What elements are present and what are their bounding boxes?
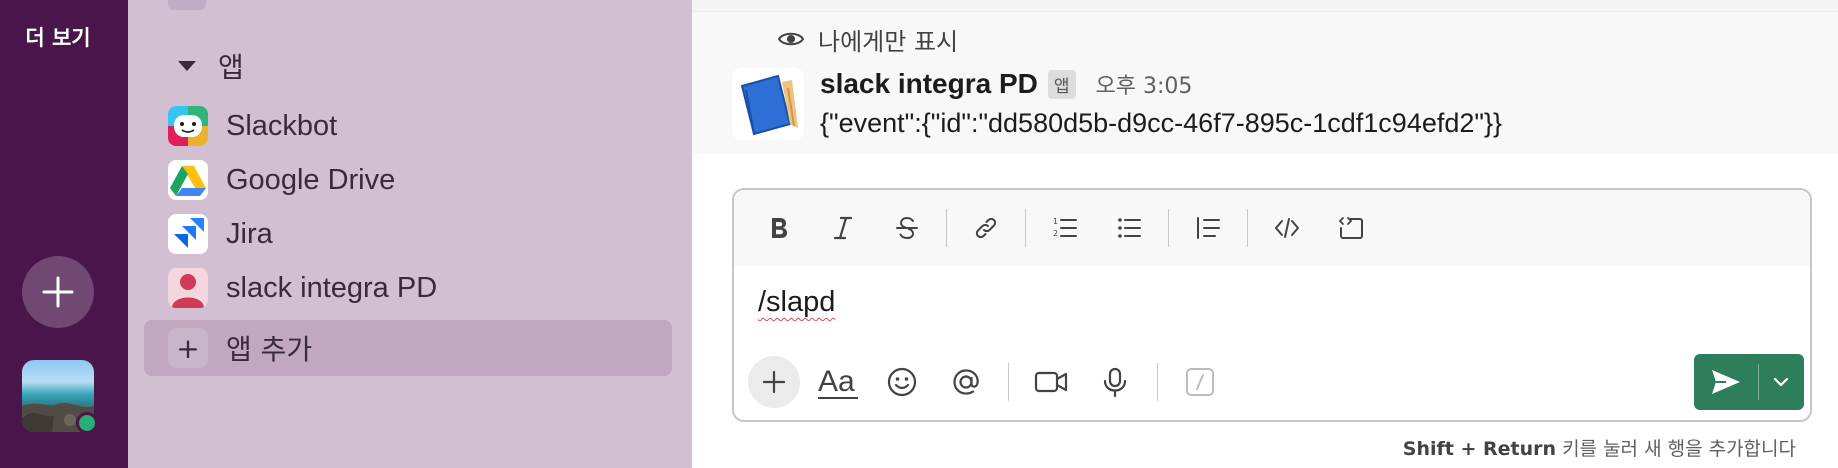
actions-divider (1008, 363, 1009, 401)
plus-icon: + (168, 328, 208, 368)
sidebar-item-label: Slackbot (226, 109, 338, 142)
bold-icon (772, 218, 787, 238)
audio-clip-button[interactable] (1089, 356, 1141, 408)
bullet-list-button[interactable] (1102, 201, 1156, 255)
newline-hint: Shift + Return 키를 눌러 새 행을 추가합니다 (1403, 434, 1796, 461)
ordered-list-icon: 1 2 (1053, 217, 1077, 238)
hint-text: 키를 눌러 새 행을 추가합니다 (1556, 438, 1796, 460)
svg-text:Aa: Aa (818, 365, 855, 398)
formatting-toggle-button[interactable]: Aa (812, 356, 864, 408)
strikethrough-icon (896, 216, 918, 240)
svg-text:2: 2 (1053, 229, 1058, 238)
app-badge: 앱 (1047, 69, 1076, 99)
send-button[interactable] (1694, 354, 1758, 410)
add-workspace-button[interactable] (22, 256, 94, 328)
message-composer: 1 2 /slapd Aa (732, 188, 1812, 422)
send-icon (1712, 370, 1740, 394)
more-label[interactable]: 더 보기 (0, 22, 116, 52)
sidebar-item-jira[interactable]: Jira (168, 210, 273, 258)
sidebar-item-label: Google Drive (226, 163, 396, 196)
bullet-list-icon (1118, 218, 1141, 238)
slash-command-button[interactable] (1174, 356, 1226, 408)
sidebar-item-partial-icon (168, 0, 206, 10)
sidebar-item-partial[interactable] (168, 0, 206, 10)
link-button[interactable] (959, 201, 1013, 255)
ordered-list-button[interactable]: 1 2 (1038, 201, 1092, 255)
mention-button[interactable] (940, 356, 992, 408)
schedule-send-button[interactable] (1759, 354, 1803, 410)
visibility-note: 나에게만 표시 (778, 24, 959, 56)
italic-button[interactable] (816, 201, 870, 255)
plus-icon (42, 276, 74, 308)
video-clip-button[interactable] (1025, 356, 1077, 408)
code-icon (1275, 218, 1299, 238)
sidebar: 앱 Slackbot Google Drive Jira slack integ… (128, 0, 810, 468)
video-icon (1034, 371, 1068, 393)
blockquote-icon (1197, 217, 1220, 239)
message-header: slack integra PD 앱 오후 3:05 (820, 64, 1192, 104)
chevron-down-icon (1773, 377, 1789, 387)
sidebar-item-label: Jira (226, 217, 273, 250)
message-body: {"event":{"id":"dd580d5b-d9cc-46f7-895c-… (820, 108, 1503, 138)
main-pane: 나에게만 표시 slack integra PD 앱 오후 3:05 {"eve… (692, 0, 1838, 468)
apps-section-header[interactable]: 앱 (178, 46, 244, 86)
add-app-label: 앱 추가 (226, 333, 313, 366)
bold-button[interactable] (752, 201, 806, 255)
sidebar-item-label: slack integra PD (226, 271, 438, 304)
jira-icon (168, 214, 208, 254)
code-block-button[interactable] (1324, 201, 1378, 255)
toolbar-divider (946, 209, 947, 247)
formatting-toolbar: 1 2 (734, 190, 1810, 266)
sidebar-item-google-drive[interactable]: Google Drive (168, 156, 395, 204)
google-drive-icon (168, 160, 208, 200)
blockquote-button[interactable] (1181, 201, 1235, 255)
sidebar-item-slack-integra-pd[interactable]: slack integra PD (168, 264, 437, 312)
emoji-icon (887, 367, 917, 397)
toolbar-divider (1247, 209, 1248, 247)
online-status-indicator (76, 412, 98, 434)
slackbot-icon (168, 106, 208, 146)
sender-name[interactable]: slack integra PD (820, 68, 1038, 100)
book-icon (732, 68, 804, 140)
send-button-group (1694, 354, 1804, 410)
composer-actions: Aa (748, 354, 1238, 410)
visibility-label: 나에게만 표시 (818, 27, 959, 56)
toolbar-divider (1168, 209, 1169, 247)
eye-icon (778, 32, 804, 46)
sidebar-item-slackbot[interactable]: Slackbot (168, 102, 337, 150)
top-divider (692, 0, 1838, 12)
mention-icon (953, 369, 979, 395)
plus-icon (762, 370, 786, 394)
hint-key: Shift + Return (1402, 438, 1557, 460)
code-block-icon (1338, 217, 1363, 239)
actions-divider (1157, 363, 1158, 401)
workspace-rail: 더 보기 (0, 0, 128, 468)
slash-command-icon (1186, 368, 1214, 396)
message-timestamp[interactable]: 오후 3:05 (1096, 68, 1193, 100)
code-button[interactable] (1260, 201, 1314, 255)
emoji-button[interactable] (876, 356, 928, 408)
strikethrough-button[interactable] (880, 201, 934, 255)
formatting-icon: Aa (818, 365, 858, 399)
attach-button[interactable] (748, 356, 800, 408)
italic-icon (833, 216, 853, 240)
apps-section-label: 앱 (218, 51, 244, 84)
add-app-button[interactable]: + 앱 추가 (144, 320, 672, 376)
sender-avatar[interactable] (732, 68, 804, 140)
user-icon (168, 268, 208, 308)
toolbar-divider (1025, 209, 1026, 247)
svg-text:1: 1 (1053, 217, 1058, 226)
caret-down-icon (178, 61, 196, 71)
link-icon (975, 217, 997, 239)
message-input[interactable]: /slapd (758, 286, 835, 319)
microphone-icon (1103, 367, 1127, 398)
